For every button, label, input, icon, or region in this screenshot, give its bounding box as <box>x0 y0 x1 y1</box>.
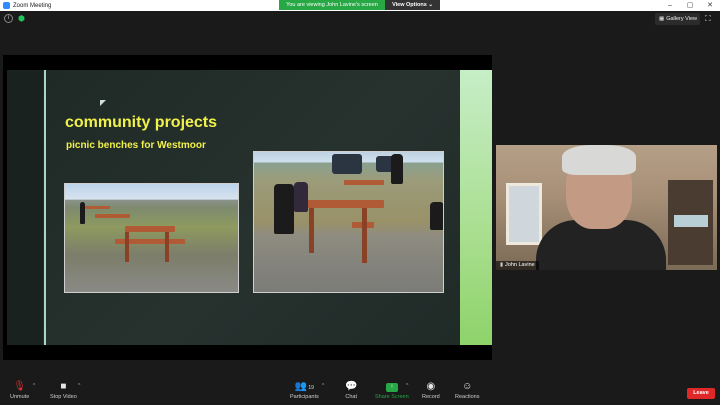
minimize-button[interactable]: – <box>660 0 680 11</box>
video-options-caret-icon[interactable]: ^ <box>78 383 80 389</box>
stop-video-label: Stop Video <box>50 394 77 400</box>
bench-table <box>344 180 384 185</box>
bench-leg <box>362 208 367 263</box>
slide-right-bar <box>460 70 492 345</box>
bench-leg <box>125 232 129 262</box>
share-screen-icon: ↑ <box>385 383 398 392</box>
audio-options-caret-icon[interactable]: ^ <box>33 383 35 389</box>
participant-name-label: ▮ John Lavine <box>496 261 539 270</box>
participants-icon: 👥19 <box>294 381 314 392</box>
muted-microphone-icon: 🎙 <box>13 381 26 392</box>
person-silhouette <box>274 184 294 234</box>
meeting-info-icons: i ⬢ <box>4 14 26 23</box>
person-silhouette <box>80 202 85 224</box>
participants-options-caret-icon[interactable]: ^ <box>322 383 324 389</box>
zoom-app-icon <box>3 2 10 9</box>
reactions-button[interactable]: ☺ Reactions <box>455 380 479 400</box>
background-shelf-panel <box>674 215 708 227</box>
share-screen-label: Share Screen <box>375 394 409 400</box>
share-options-caret-icon[interactable]: ^ <box>406 383 408 389</box>
record-label: Record <box>422 394 440 400</box>
person-silhouette <box>294 182 308 212</box>
background-window <box>506 183 542 245</box>
person-silhouette <box>430 202 443 230</box>
slide-left-stripe <box>7 70 43 345</box>
person-silhouette <box>391 154 403 184</box>
car <box>332 154 362 174</box>
chat-label: Chat <box>345 394 358 400</box>
record-button[interactable]: ◉ Record <box>422 380 440 400</box>
shield-icon[interactable]: ⬢ <box>17 14 26 23</box>
stop-video-button[interactable]: ■ Stop Video <box>50 380 77 400</box>
grid-icon: ▦ <box>659 16 665 22</box>
maximize-button[interactable]: ▢ <box>680 0 700 11</box>
share-screen-button[interactable]: ↑ Share Screen <box>375 380 409 400</box>
participants-count: 19 <box>308 385 314 391</box>
bench-table <box>85 206 110 209</box>
smiley-plus-icon: ☺ <box>462 381 473 392</box>
participants-button[interactable]: 👥19 Participants <box>290 380 319 400</box>
chat-button[interactable]: 💬 Chat <box>345 380 357 400</box>
participant-hair <box>562 145 636 175</box>
participant-video[interactable]: ▮ John Lavine <box>496 145 717 270</box>
presentation-slide: community projects picnic benches for We… <box>7 70 492 345</box>
participant-name: John Lavine <box>505 262 535 268</box>
leave-button[interactable]: Leave <box>687 388 715 399</box>
signal-icon: ▮ <box>500 262 504 268</box>
chat-bubble-icon: 💬 <box>345 381 358 392</box>
picnic-bench-photo-2 <box>253 151 444 293</box>
bench-table <box>299 200 384 208</box>
shared-screen: community projects picnic benches for We… <box>3 55 492 360</box>
close-button[interactable]: ✕ <box>700 0 720 11</box>
meeting-toolbar: 🎙 Unmute ^ ■ Stop Video ^ 👥19 Participan… <box>0 377 720 405</box>
screen-share-banner: You are viewing John Lavine's screen <box>279 0 385 10</box>
record-icon: ◉ <box>426 381 436 392</box>
info-icon[interactable]: i <box>4 14 13 23</box>
bench-leg <box>309 208 314 253</box>
slide-title: community projects <box>65 114 218 131</box>
gallery-view-label: Gallery View <box>666 16 697 22</box>
participants-label: Participants <box>290 394 319 400</box>
unmute-label: Unmute <box>10 394 30 400</box>
slide-left-line <box>44 70 46 345</box>
bench-table <box>95 214 130 218</box>
fullscreen-icon[interactable]: ⛶ <box>705 14 711 24</box>
window-controls: – ▢ ✕ <box>660 0 720 11</box>
gallery-view-button[interactable]: ▦ Gallery View <box>655 13 700 25</box>
bench-leg <box>165 232 169 262</box>
unmute-button[interactable]: 🎙 Unmute <box>10 380 29 400</box>
reactions-label: Reactions <box>455 394 480 400</box>
video-camera-icon: ■ <box>60 381 67 392</box>
window-title: Zoom Meeting <box>13 2 52 9</box>
view-options-button[interactable]: View Options ⌄ <box>385 0 440 10</box>
slide-accent-mark <box>100 100 106 106</box>
slide-subtitle: picnic benches for Westmoor <box>66 140 206 151</box>
picnic-bench-photo-1 <box>64 183 239 293</box>
